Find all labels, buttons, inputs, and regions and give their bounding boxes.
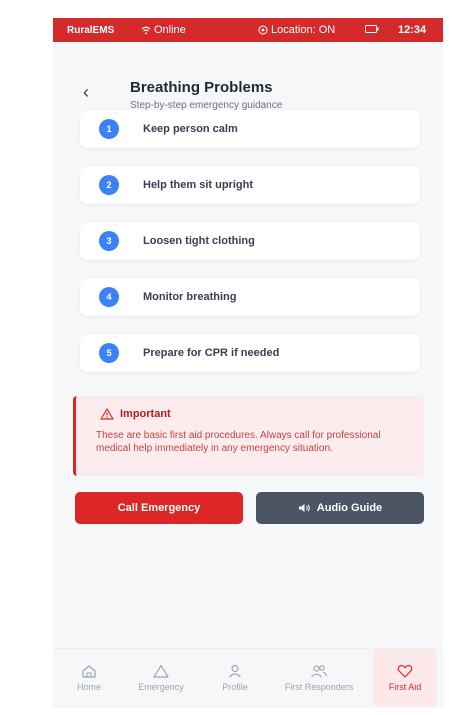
nav-item-profile[interactable]: Profile bbox=[203, 649, 267, 707]
bottom-nav: Home Emergency Profile First Responders bbox=[53, 648, 443, 708]
nav-item-home[interactable]: Home bbox=[61, 649, 117, 707]
step-number-badge: 1 bbox=[99, 119, 119, 139]
network-status: Online bbox=[141, 24, 186, 36]
location-label: Location: ON bbox=[271, 24, 336, 36]
nav-label: Home bbox=[76, 682, 101, 692]
nav-item-emergency[interactable]: Emergency bbox=[129, 649, 193, 707]
step-text: Help them sit upright bbox=[143, 179, 253, 191]
nav-label: First Aid bbox=[388, 682, 422, 692]
audio-guide-button[interactable]: Audio Guide bbox=[256, 492, 424, 524]
step-text: Prepare for CPR if needed bbox=[143, 347, 280, 359]
nav-item-first-responders[interactable]: First Responders bbox=[281, 649, 357, 707]
wifi-icon bbox=[141, 26, 151, 34]
call-emergency-label: Call Emergency bbox=[117, 502, 201, 514]
step-number-badge: 4 bbox=[99, 287, 119, 307]
location-icon bbox=[258, 25, 268, 35]
step-number-badge: 3 bbox=[99, 231, 119, 251]
audio-guide-label: Audio Guide bbox=[316, 502, 383, 514]
status-bar: RuralEMS Online Location: ON 12:34 bbox=[53, 18, 443, 42]
users-icon bbox=[311, 665, 328, 678]
step-number-badge: 5 bbox=[99, 343, 119, 363]
location-status: Location: ON bbox=[258, 24, 335, 36]
step-text: Loosen tight clothing bbox=[143, 235, 255, 247]
nav-label: Profile bbox=[222, 682, 248, 692]
app-screen: RuralEMS Online Location: ON 12:34 ‹ Bre… bbox=[53, 18, 443, 708]
alert-body: These are basic first aid procedures. Al… bbox=[96, 430, 381, 454]
call-emergency-button[interactable]: Call Emergency bbox=[75, 492, 243, 524]
alert-title: Important bbox=[120, 408, 171, 420]
warning-icon bbox=[153, 664, 169, 678]
step-card: 2 Help them sit upright bbox=[80, 166, 420, 204]
heart-icon bbox=[397, 664, 413, 678]
step-card: 3 Loosen tight clothing bbox=[80, 222, 420, 260]
app-name: RuralEMS bbox=[67, 24, 115, 36]
clock: 12:34 bbox=[398, 24, 427, 36]
battery-icon bbox=[365, 24, 379, 36]
nav-label: Emergency bbox=[138, 682, 184, 692]
speaker-icon bbox=[298, 504, 310, 512]
warning-icon bbox=[100, 408, 114, 420]
step-number-badge: 2 bbox=[99, 175, 119, 195]
network-label: Online bbox=[154, 24, 186, 36]
step-text: Monitor breathing bbox=[143, 291, 237, 303]
user-icon bbox=[229, 664, 241, 678]
back-button[interactable]: ‹ bbox=[83, 82, 89, 103]
step-text: Keep person calm bbox=[143, 123, 238, 135]
page-title: Breathing Problems bbox=[130, 79, 273, 96]
step-card: 1 Keep person calm bbox=[80, 110, 420, 148]
nav-item-first-aid[interactable]: First Aid bbox=[373, 649, 437, 707]
step-card: 5 Prepare for CPR if needed bbox=[80, 334, 420, 372]
important-alert: Important These are basic first aid proc… bbox=[73, 396, 424, 476]
nav-label: First Responders bbox=[284, 682, 354, 692]
home-icon bbox=[82, 665, 96, 678]
alert-header: Important bbox=[100, 408, 171, 420]
step-card: 4 Monitor breathing bbox=[80, 278, 420, 316]
